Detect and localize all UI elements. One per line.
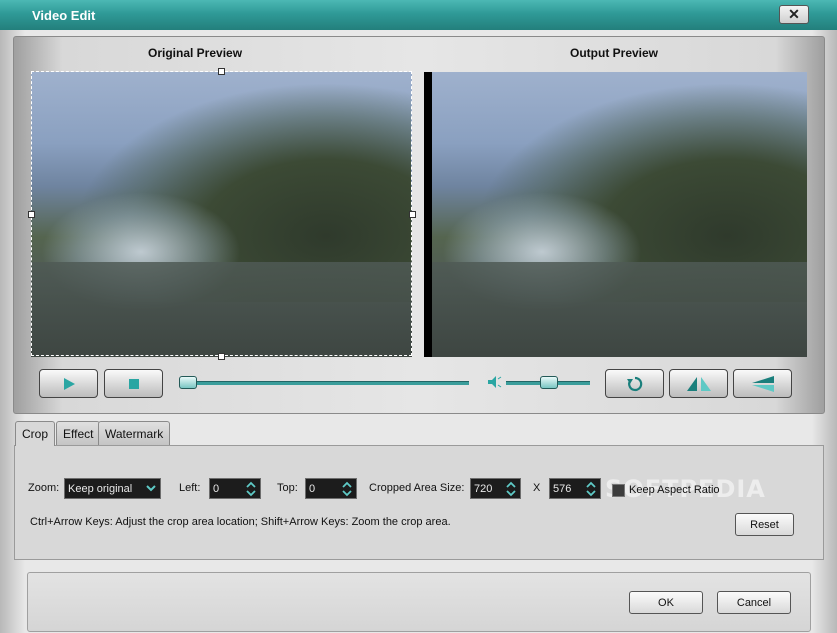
ok-button[interactable]: OK: [629, 591, 703, 614]
title-bar: Video Edit ✕: [0, 0, 837, 31]
chevron-down-icon: [142, 479, 160, 498]
keep-aspect-ratio-label: Keep Aspect Ratio: [629, 484, 720, 496]
height-stepper[interactable]: 576: [549, 478, 601, 499]
stop-button[interactable]: [104, 369, 163, 398]
zoom-label: Zoom:: [28, 482, 60, 494]
cropped-area-label: Cropped Area Size:: [369, 482, 465, 494]
width-value: 720: [474, 482, 493, 495]
tab-label: Crop: [22, 427, 49, 441]
spin-arrows-icon[interactable]: [502, 479, 520, 498]
spin-arrows-icon[interactable]: [338, 479, 356, 498]
cancel-button[interactable]: Cancel: [717, 591, 791, 614]
play-button[interactable]: [39, 369, 98, 398]
volume-slider-thumb[interactable]: [540, 376, 558, 389]
volume-icon: [488, 376, 502, 388]
crop-hint-text: Ctrl+Arrow Keys: Adjust the crop area lo…: [30, 516, 451, 528]
zoom-value: Keep original: [68, 482, 133, 495]
spin-arrows-icon[interactable]: [242, 479, 260, 498]
spin-arrows-icon[interactable]: [582, 479, 600, 498]
crop-handle-right[interactable]: [409, 211, 416, 218]
left-label: Left:: [179, 482, 201, 494]
left-value: 0: [213, 482, 220, 495]
flip-vertical-icon: [751, 375, 774, 392]
width-stepper[interactable]: 720: [470, 478, 521, 499]
play-icon: [63, 377, 75, 390]
progress-track[interactable]: [181, 381, 469, 385]
keep-aspect-ratio-checkbox[interactable]: [612, 484, 625, 497]
close-icon: ✕: [788, 6, 800, 22]
tab-label: Effect: [63, 426, 94, 441]
cancel-label: Cancel: [736, 596, 772, 609]
top-value: 0: [309, 482, 316, 495]
crop-handle-bottom[interactable]: [218, 353, 225, 360]
close-button[interactable]: ✕: [779, 5, 809, 24]
crop-handle-left[interactable]: [28, 211, 35, 218]
size-separator: X: [533, 482, 541, 494]
flip-horizontal-icon: [686, 376, 711, 391]
ok-label: OK: [658, 596, 674, 609]
reset-label: Reset: [750, 518, 779, 531]
original-preview-label: Original Preview: [148, 46, 243, 60]
height-value: 576: [553, 482, 572, 495]
tab-crop[interactable]: Crop: [15, 421, 56, 446]
rotate-button[interactable]: [605, 369, 664, 398]
zoom-select[interactable]: Keep original: [64, 478, 161, 499]
original-video-preview[interactable]: [31, 72, 412, 357]
crop-handle-top[interactable]: [218, 68, 225, 75]
tab-effect[interactable]: Effect: [56, 421, 101, 445]
progress-slider-thumb[interactable]: [179, 376, 197, 389]
top-label: Top:: [277, 482, 298, 494]
stop-icon: [128, 378, 139, 389]
tab-label: Watermark: [105, 426, 164, 441]
rotate-icon: [626, 376, 642, 391]
reset-button[interactable]: Reset: [735, 513, 794, 536]
output-preview-label: Output Preview: [570, 46, 659, 60]
water-image: [432, 262, 807, 357]
tab-watermark[interactable]: Watermark: [98, 421, 171, 445]
water-image: [31, 262, 412, 357]
window-title: Video Edit: [32, 8, 96, 23]
left-stepper[interactable]: 0: [209, 478, 261, 499]
flip-horizontal-button[interactable]: [669, 369, 728, 398]
top-stepper[interactable]: 0: [305, 478, 357, 499]
flip-vertical-button[interactable]: [733, 369, 792, 398]
output-video-preview: [424, 72, 807, 357]
